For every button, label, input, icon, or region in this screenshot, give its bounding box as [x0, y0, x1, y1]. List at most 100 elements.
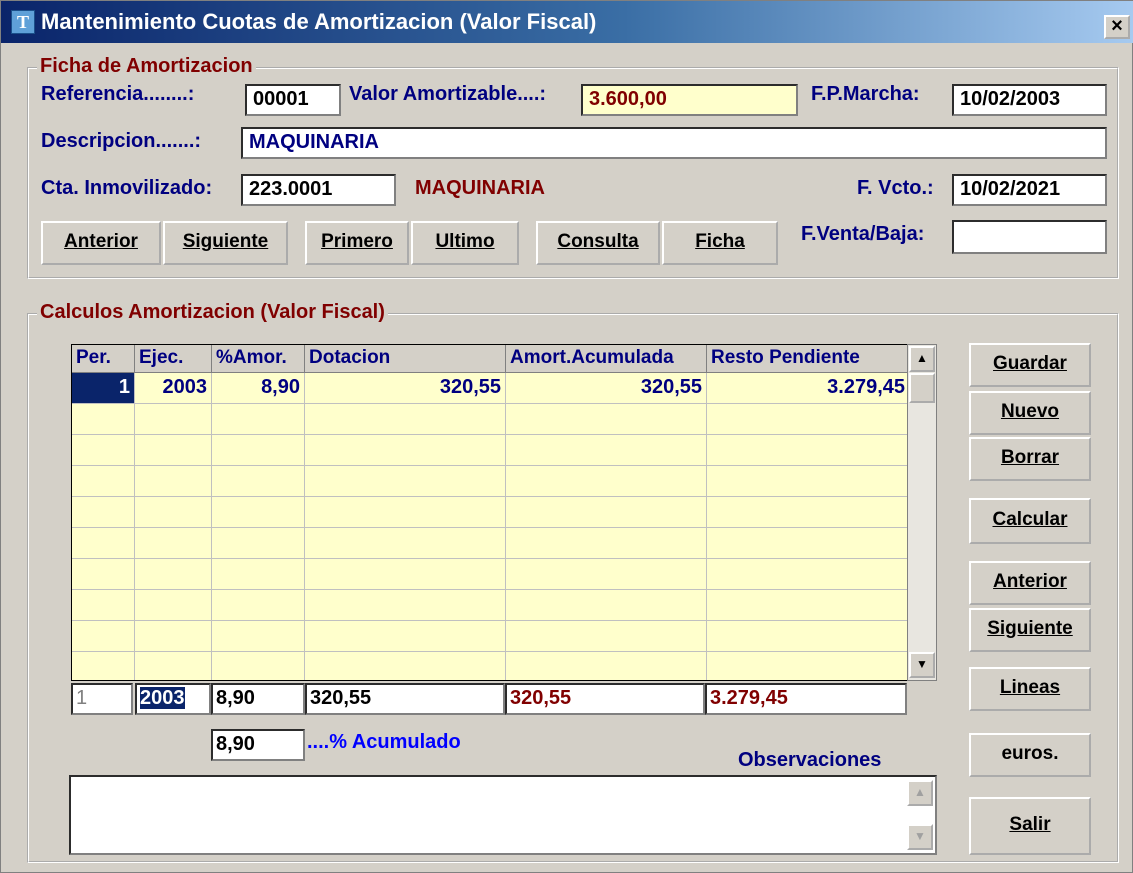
anterior-linea-button[interactable]: Anterior — [969, 561, 1091, 605]
grid-cell-amor[interactable] — [212, 528, 305, 559]
scroll-thumb[interactable] — [909, 373, 935, 403]
grid-cell-per[interactable] — [72, 652, 135, 680]
grid-cell-per[interactable] — [72, 435, 135, 466]
guardar-button[interactable]: Guardar — [969, 343, 1091, 387]
grid-cell-resto[interactable] — [707, 559, 908, 590]
primero-button[interactable]: Primero — [305, 221, 409, 265]
scroll-up-icon[interactable]: ▲ — [909, 346, 935, 372]
col-header-resto[interactable]: Resto Pendiente — [707, 345, 908, 373]
siguiente-linea-button[interactable]: Siguiente — [969, 608, 1091, 652]
grid-cell-dotacion[interactable] — [305, 466, 506, 497]
close-button[interactable]: × — [1104, 15, 1130, 39]
acumulado-field[interactable]: 8,90 — [211, 729, 305, 761]
edit-acumulada-field[interactable]: 320,55 — [505, 683, 705, 715]
grid-cell-resto[interactable] — [707, 497, 908, 528]
consulta-button[interactable]: Consulta — [536, 221, 660, 265]
grid-cell-acumulada[interactable] — [506, 528, 707, 559]
grid-cell-acumulada[interactable]: 320,55 — [506, 373, 707, 404]
grid-cell-amor[interactable] — [212, 652, 305, 680]
grid-cell-dotacion[interactable] — [305, 404, 506, 435]
grid-cell-dotacion[interactable] — [305, 590, 506, 621]
grid-cell-dotacion[interactable]: 320,55 — [305, 373, 506, 404]
edit-ejec-field[interactable]: 2003 — [135, 683, 211, 715]
grid-cell-acumulada[interactable] — [506, 590, 707, 621]
ultimo-button[interactable]: Ultimo — [411, 221, 519, 265]
grid-cell-ejec[interactable] — [135, 404, 212, 435]
grid-cell-resto[interactable]: 3.279,45 — [707, 373, 908, 404]
grid-cell-dotacion[interactable] — [305, 559, 506, 590]
grid-cell-resto[interactable] — [707, 621, 908, 652]
edit-resto-field[interactable]: 3.279,45 — [705, 683, 907, 715]
edit-amor-field[interactable]: 8,90 — [211, 683, 305, 715]
grid-cell-resto[interactable] — [707, 652, 908, 680]
scroll-down-icon[interactable]: ▼ — [909, 652, 935, 678]
nuevo-button[interactable]: Nuevo — [969, 391, 1091, 435]
anterior-button[interactable]: Anterior — [41, 221, 161, 265]
descripcion-field[interactable]: MAQUINARIA — [241, 127, 1107, 159]
grid-cell-ejec[interactable] — [135, 466, 212, 497]
edit-per-field[interactable]: 1 — [71, 683, 133, 715]
grid-cell-resto[interactable] — [707, 435, 908, 466]
grid-cell-amor[interactable] — [212, 435, 305, 466]
grid-cell-dotacion[interactable] — [305, 621, 506, 652]
grid-cell-per[interactable] — [72, 466, 135, 497]
title-bar[interactable]: T Mantenimiento Cuotas de Amortizacion (… — [1, 1, 1133, 43]
grid-cell-per[interactable] — [72, 621, 135, 652]
referencia-field[interactable]: 00001 — [245, 84, 341, 116]
euros-button[interactable]: euros. — [969, 733, 1091, 777]
grid-cell-ejec[interactable] — [135, 652, 212, 680]
grid-cell-ejec[interactable] — [135, 497, 212, 528]
col-header-per[interactable]: Per. — [72, 345, 135, 373]
grid-cell-per[interactable]: 1 — [72, 373, 135, 404]
calculos-grid[interactable]: Per. Ejec. %Amor. Dotacion Amort.Acumula… — [71, 344, 909, 681]
salir-button[interactable]: Salir — [969, 797, 1091, 855]
grid-cell-per[interactable] — [72, 404, 135, 435]
grid-cell-ejec[interactable] — [135, 528, 212, 559]
fpmarcha-field[interactable]: 10/02/2003 — [952, 84, 1107, 116]
col-header-ejec[interactable]: Ejec. — [135, 345, 212, 373]
grid-cell-dotacion[interactable] — [305, 435, 506, 466]
grid-cell-ejec[interactable] — [135, 559, 212, 590]
cta-inmovilizado-field[interactable]: 223.0001 — [241, 174, 396, 206]
grid-cell-per[interactable] — [72, 528, 135, 559]
grid-cell-per[interactable] — [72, 590, 135, 621]
col-header-acumulada[interactable]: Amort.Acumulada — [506, 345, 707, 373]
grid-scrollbar[interactable]: ▲ ▼ — [907, 344, 937, 681]
grid-cell-acumulada[interactable] — [506, 652, 707, 680]
grid-cell-per[interactable] — [72, 497, 135, 528]
grid-cell-amor[interactable] — [212, 590, 305, 621]
grid-cell-ejec[interactable]: 2003 — [135, 373, 212, 404]
grid-cell-per[interactable] — [72, 559, 135, 590]
grid-cell-acumulada[interactable] — [506, 466, 707, 497]
grid-cell-resto[interactable] — [707, 404, 908, 435]
fvcto-field[interactable]: 10/02/2021 — [952, 174, 1107, 206]
edit-dotacion-field[interactable]: 320,55 — [305, 683, 505, 715]
grid-cell-resto[interactable] — [707, 466, 908, 497]
grid-cell-acumulada[interactable] — [506, 435, 707, 466]
grid-cell-resto[interactable] — [707, 528, 908, 559]
siguiente-button[interactable]: Siguiente — [163, 221, 288, 265]
grid-cell-ejec[interactable] — [135, 621, 212, 652]
valor-amortizable-field[interactable]: 3.600,00 — [581, 84, 798, 116]
memo-scroll-down-icon[interactable]: ▼ — [907, 824, 933, 850]
lineas-button[interactable]: Lineas — [969, 667, 1091, 711]
observaciones-memo[interactable]: ▲ ▼ — [69, 775, 937, 855]
grid-cell-dotacion[interactable] — [305, 652, 506, 680]
col-header-amor[interactable]: %Amor. — [212, 345, 305, 373]
fventa-field[interactable] — [952, 220, 1107, 254]
grid-cell-acumulada[interactable] — [506, 404, 707, 435]
calcular-button[interactable]: Calcular — [969, 498, 1091, 544]
grid-cell-amor[interactable] — [212, 621, 305, 652]
grid-cell-acumulada[interactable] — [506, 497, 707, 528]
grid-cell-amor[interactable] — [212, 404, 305, 435]
grid-cell-ejec[interactable] — [135, 590, 212, 621]
col-header-dotacion[interactable]: Dotacion — [305, 345, 506, 373]
grid-cell-amor[interactable] — [212, 497, 305, 528]
grid-cell-amor[interactable]: 8,90 — [212, 373, 305, 404]
memo-scroll-up-icon[interactable]: ▲ — [907, 780, 933, 806]
grid-cell-resto[interactable] — [707, 590, 908, 621]
grid-cell-acumulada[interactable] — [506, 621, 707, 652]
grid-cell-dotacion[interactable] — [305, 497, 506, 528]
grid-cell-amor[interactable] — [212, 466, 305, 497]
grid-cell-dotacion[interactable] — [305, 528, 506, 559]
